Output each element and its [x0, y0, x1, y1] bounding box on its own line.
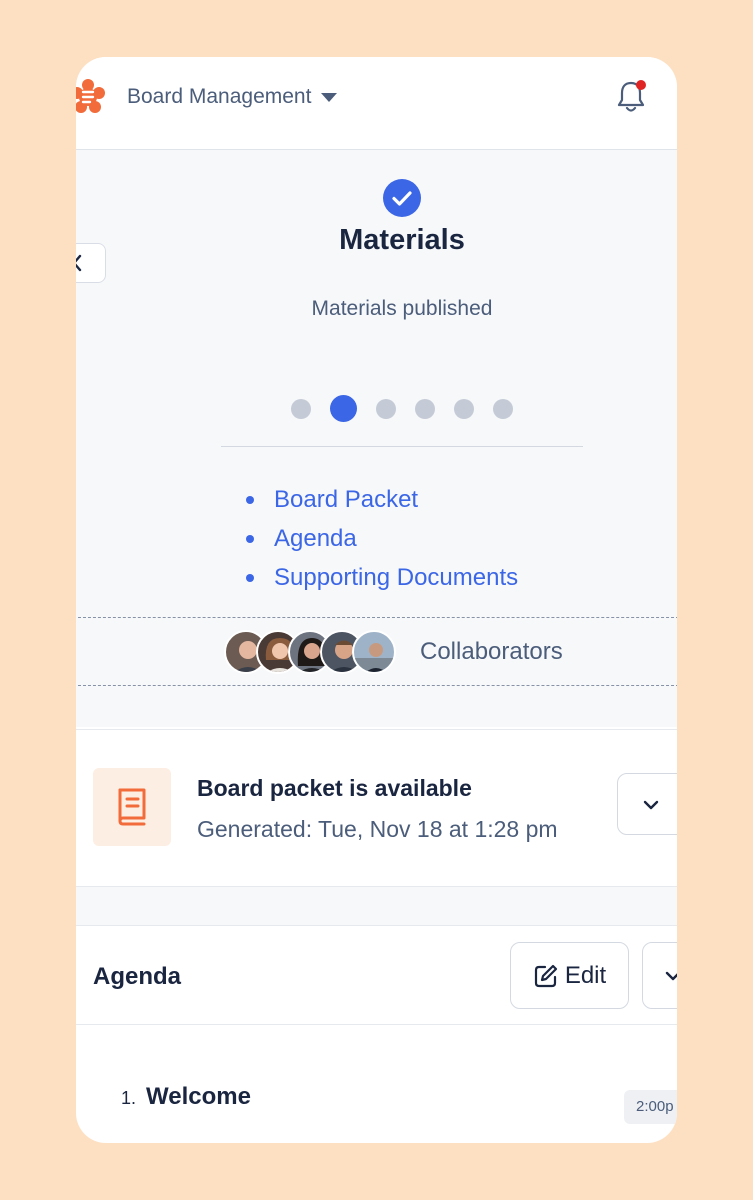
- packet-title: Board packet is available: [197, 775, 472, 801]
- brand-logo-icon[interactable]: [76, 77, 108, 117]
- top-bar: Board Management: [76, 57, 677, 150]
- workspace-label: Board Management: [127, 85, 312, 108]
- agenda-header: Agenda Edit: [76, 925, 677, 1025]
- step-dot-1[interactable]: [291, 398, 311, 419]
- pencil-square-icon: [534, 964, 557, 987]
- previous-step-button[interactable]: [76, 243, 106, 283]
- step-dot-4[interactable]: [415, 398, 435, 419]
- avatar[interactable]: [352, 630, 396, 674]
- link-supporting-documents[interactable]: Supporting Documents: [246, 558, 518, 597]
- mobile-app-frame: Board Management Materials Materials pub…: [76, 57, 677, 1143]
- agenda-options-button[interactable]: [642, 942, 677, 1009]
- step-dot-5[interactable]: [454, 398, 474, 419]
- bullet: [246, 573, 254, 582]
- link-label[interactable]: Supporting Documents: [274, 564, 518, 592]
- link-board-packet[interactable]: Board Packet: [246, 480, 518, 519]
- collaborators-row[interactable]: Collaborators: [78, 617, 677, 686]
- edit-label: Edit: [564, 961, 607, 989]
- edit-agenda-button[interactable]: Edit: [510, 942, 629, 1009]
- chevron-left-icon: [76, 254, 82, 272]
- step-status: Materials published: [311, 297, 493, 320]
- divider: [221, 446, 583, 447]
- step-indicator: [291, 395, 532, 422]
- chevron-down-icon: [643, 800, 659, 810]
- section-gap: [76, 887, 677, 925]
- agenda-title: Agenda: [93, 963, 182, 990]
- agenda-item-number: 1.: [121, 1088, 137, 1108]
- bullet: [246, 495, 254, 504]
- workspace-switcher[interactable]: Board Management: [127, 85, 338, 109]
- avatar-stack[interactable]: [224, 630, 396, 674]
- step-dot-6[interactable]: [493, 398, 513, 419]
- agenda-item-time-badge: 2:00p: [624, 1090, 677, 1124]
- materials-step-panel: Materials Materials published Board Pack…: [76, 150, 677, 727]
- notification-dot: [636, 80, 646, 90]
- bell-icon[interactable]: [614, 77, 648, 115]
- agenda-item-title: Welcome: [146, 1083, 251, 1110]
- materials-links: Board Packet Agenda Supporting Documents: [246, 480, 518, 597]
- book-icon: [118, 788, 146, 826]
- collaborators-label[interactable]: Collaborators: [420, 638, 563, 666]
- caret-down-icon: [321, 92, 338, 102]
- packet-icon-tile: [93, 768, 171, 846]
- packet-generated-date: Generated: Tue, Nov 18 at 1:28 pm: [197, 816, 558, 842]
- expand-packet-button[interactable]: [617, 773, 677, 835]
- bullet: [246, 534, 254, 543]
- link-label[interactable]: Board Packet: [274, 486, 418, 514]
- agenda-item[interactable]: 1. Welcome: [121, 1083, 251, 1111]
- link-label[interactable]: Agenda: [274, 525, 357, 553]
- board-packet-card: Board packet is available Generated: Tue…: [76, 729, 677, 887]
- link-agenda[interactable]: Agenda: [246, 519, 518, 558]
- step-title: Materials: [339, 224, 465, 256]
- step-dot-3[interactable]: [376, 398, 396, 419]
- check-circle-icon: [383, 179, 421, 217]
- chevron-down-icon: [665, 971, 677, 981]
- step-dot-2-active[interactable]: [330, 395, 357, 422]
